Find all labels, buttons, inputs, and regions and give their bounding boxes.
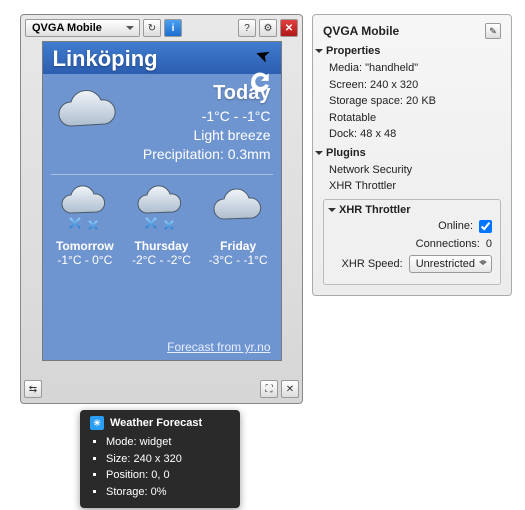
rotate-icon[interactable]: ⇆ [24,380,42,398]
forecast-source-link[interactable]: Forecast from yr.no [167,340,270,354]
online-label: Online: [438,220,473,232]
section-xhr[interactable]: XHR Throttler [328,204,492,216]
refresh-arrow-icon[interactable] [247,70,273,96]
connections-label: Connections: [416,238,480,250]
forecast-day-label: Tomorrow [49,239,121,253]
profile-dropdown[interactable]: QVGA Mobile [25,19,140,37]
info-icon[interactable]: i [164,19,182,37]
plugins-list: Network Security XHR Throttler [323,162,501,195]
emulator-footer: ⇆ ⛶ ✕ [24,380,299,400]
forecast-day-temps: -3°C - -1°C [202,253,274,267]
tooltip-item: Mode: widget [106,434,230,451]
forecast-day-temps: -2°C - -2°C [125,253,197,267]
cloud-icon [202,185,274,237]
today-precip: Precipitation: 0.3mm [123,145,271,164]
fit-icon[interactable]: ⛶ [260,380,278,398]
today-temps: -1°C - -1°C [123,107,271,126]
widget-icon: ☀ [90,416,104,430]
forecast-day: Friday -3°C - -1°C [202,185,274,267]
xhr-speed-label: XHR Speed: [342,258,403,270]
plugin-row: Network Security [329,162,501,179]
properties-list: Media: "handheld" Screen: 240 x 320 Stor… [323,60,501,143]
close-icon[interactable]: ✕ [280,19,298,37]
widget-tooltip: ☀ Weather Forecast Mode: widget Size: 24… [80,410,240,508]
device-viewport: Linköping Today -1°C - -1°C Light breeze… [42,41,282,361]
xhr-throttler-panel: XHR Throttler Online: Connections: 0 XHR… [323,199,501,285]
forecast-day: Thursday -2°C - -2°C [125,185,197,267]
snow-icon [125,185,197,237]
plugin-row: XHR Throttler [329,178,501,195]
property-row: Rotatable [329,110,501,127]
section-properties[interactable]: Properties [315,45,501,57]
snow-icon [49,185,121,237]
today-weather-icon [53,86,123,136]
section-plugins[interactable]: Plugins [315,147,501,159]
connections-value: 0 [486,238,492,250]
emulator-window: QVGA Mobile ↻ i ? ⚙ ✕ Linköping Today -1… [20,14,303,404]
settings-icon[interactable]: ⚙ [259,19,277,37]
inspector-panel: QVGA Mobile ✎ Properties Media: "handhel… [312,14,512,296]
collapse-icon[interactable]: ✕ [281,380,299,398]
tooltip-item: Position: 0, 0 [106,467,230,484]
forecast-day-label: Friday [202,239,274,253]
today-wind: Light breeze [123,126,271,145]
online-checkbox[interactable] [479,220,492,233]
tooltip-item: Size: 240 x 320 [106,451,230,468]
forecast-row: Tomorrow -1°C - 0°C Thursday -2°C - -2°C… [43,175,281,271]
xhr-speed-select[interactable]: Unrestricted [409,255,492,273]
inspector-title: QVGA Mobile [323,24,399,38]
edit-icon[interactable]: ✎ [485,23,501,39]
tooltip-item: Storage: 0% [106,484,230,501]
reload-icon[interactable]: ↻ [143,19,161,37]
emulator-titlebar: QVGA Mobile ↻ i ? ⚙ ✕ [24,18,299,38]
today-block: Today -1°C - -1°C Light breeze Precipita… [43,74,281,174]
tooltip-title: Weather Forecast [110,417,202,429]
property-row: Media: "handheld" [329,60,501,77]
forecast-day-label: Thursday [125,239,197,253]
forecast-day-temps: -1°C - 0°C [49,253,121,267]
help-icon[interactable]: ? [238,19,256,37]
forecast-day: Tomorrow -1°C - 0°C [49,185,121,267]
property-row: Screen: 240 x 320 [329,77,501,94]
property-row: Storage space: 20 KB [329,93,501,110]
property-row: Dock: 48 x 48 [329,126,501,143]
city-title: Linköping [43,42,281,74]
profile-label: QVGA Mobile [32,22,102,34]
